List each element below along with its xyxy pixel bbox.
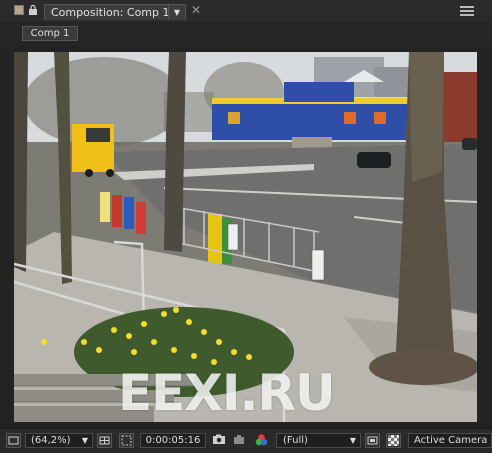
view-dropdown[interactable]: Active Camera	[408, 433, 492, 448]
comp-navigator-button[interactable]: Comp 1	[22, 26, 78, 41]
resolution-value: (Full)	[283, 435, 308, 446]
view-value: Active Camera	[414, 435, 488, 446]
resolution-dropdown[interactable]: (Full) ▼	[276, 433, 361, 448]
panel-tab-bar: Composition: Comp 1 ▼ ✕	[0, 0, 492, 23]
snapshot-icon[interactable]	[212, 433, 227, 448]
toggle-pixel-aspect-icon[interactable]	[365, 433, 380, 448]
magnification-value: (64,2%)	[31, 435, 71, 446]
close-tab-icon[interactable]: ✕	[191, 3, 201, 17]
show-channel-icon[interactable]	[254, 433, 269, 448]
panel-menu-icon[interactable]	[460, 6, 474, 16]
lock-icon[interactable]	[28, 4, 38, 15]
watermark-text: EEXI.RU	[118, 364, 336, 422]
current-time-display[interactable]: 0:00:05:16	[140, 433, 206, 448]
chevron-down-icon: ▼	[349, 436, 356, 445]
snapshot-display-icon[interactable]	[232, 433, 247, 448]
transparency-grid-icon[interactable]	[386, 433, 401, 448]
always-preview-icon[interactable]	[6, 433, 21, 448]
tab-composition[interactable]: Composition: Comp 1 ▼	[44, 4, 186, 20]
color-swatch-icon[interactable]	[14, 5, 24, 15]
chevron-down-icon: ▼	[81, 436, 88, 445]
tab-dropdown-icon[interactable]: ▼	[168, 5, 185, 20]
region-of-interest-icon[interactable]	[119, 433, 134, 448]
tab-composition-label: Composition: Comp 1	[51, 6, 170, 19]
grid-overlay-icon[interactable]	[97, 433, 112, 448]
viewer-controls-bar: (64,2%) ▼ 0:00:05:16 (Full) ▼ Active Cam…	[0, 428, 492, 453]
magnification-dropdown[interactable]: (64,2%) ▼	[25, 433, 93, 448]
